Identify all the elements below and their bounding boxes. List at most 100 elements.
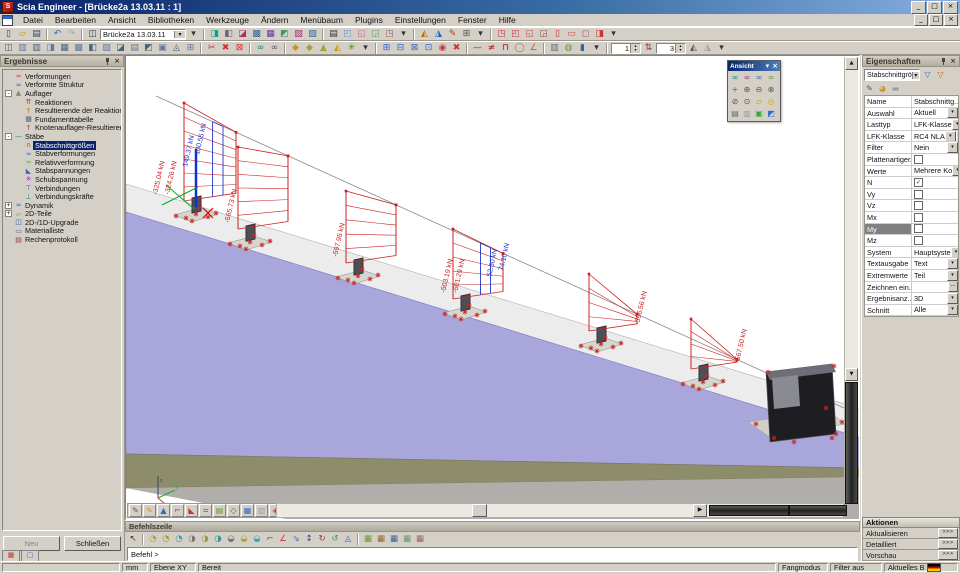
- cut-icon[interactable]: ✂: [205, 42, 218, 54]
- print-preview-icon[interactable]: ◰: [341, 28, 354, 40]
- axes-icon[interactable]: +: [729, 84, 741, 96]
- render-icon[interactable]: ▣: [753, 108, 765, 120]
- command-icon-15[interactable]: ↕: [303, 534, 315, 546]
- status-units[interactable]: mm: [122, 563, 148, 572]
- toolbar1-icon-25[interactable]: ◳: [383, 28, 396, 40]
- toolbar1-icon-40[interactable]: ◻: [579, 28, 592, 40]
- toolbar2-icon-7[interactable]: ◧: [86, 42, 99, 54]
- property-value[interactable]: Text▾: [912, 258, 958, 269]
- vscroll-up-arrow[interactable]: ▲: [845, 57, 858, 70]
- toolbar1-icon-41[interactable]: ◨: [593, 28, 606, 40]
- toolbar1-icon-16[interactable]: ▦: [264, 28, 277, 40]
- mini-icon-2[interactable]: ✎: [143, 504, 156, 517]
- edit-properties-icon[interactable]: ✎: [864, 83, 875, 94]
- toolbar2-icon-13[interactable]: ◬: [170, 42, 183, 54]
- dropdown-icon[interactable]: ▾: [947, 258, 958, 269]
- command-icon-3[interactable]: ◔: [147, 534, 159, 546]
- command-icon-20[interactable]: ▦: [362, 534, 374, 546]
- project-combo[interactable]: Brücke2a 13.03.11▾: [100, 29, 186, 40]
- toolbar1-icon-29[interactable]: ◮: [432, 28, 445, 40]
- results-tab[interactable]: ▦: [2, 550, 20, 561]
- project-history-dropdown-icon[interactable]: ▾: [187, 28, 200, 40]
- command-icon-14[interactable]: ⇘: [290, 534, 302, 546]
- action-aktualisieren[interactable]: Aktualisieren>>>: [862, 528, 960, 539]
- copy-view-icon[interactable]: ▥: [741, 108, 753, 120]
- toolbar2-icon-18[interactable]: ⊠: [233, 42, 246, 54]
- tree-item-verbindungen[interactable]: ⊤Verbindungen: [3, 184, 121, 193]
- view-mode-2-icon[interactable]: ∞: [741, 72, 753, 84]
- properties-type-combo[interactable]: Stabschnittgrö ▾: [864, 69, 920, 81]
- vscroll-down-arrow[interactable]: ▼: [845, 368, 858, 381]
- new-button[interactable]: Neu: [3, 536, 60, 551]
- toolbar2-icon-17[interactable]: ✖: [219, 42, 232, 54]
- mini-icon-8[interactable]: ◇: [227, 504, 240, 517]
- toolbar2-icon-41[interactable]: ∠: [527, 42, 540, 54]
- tree-expander-icon[interactable]: +: [5, 202, 12, 209]
- close-button[interactable]: ×: [943, 1, 958, 14]
- toolbar1-icon-32[interactable]: ▾: [474, 28, 487, 40]
- toolbar1-icon-14[interactable]: ◪: [236, 28, 249, 40]
- property-value[interactable]: Aktuell▾: [912, 108, 958, 119]
- command-icon-12[interactable]: ⌐: [264, 534, 276, 546]
- property-value[interactable]: Teil▾: [912, 270, 958, 281]
- properties-close-icon[interactable]: ×: [950, 57, 956, 65]
- command-icon-16[interactable]: ↻: [316, 534, 328, 546]
- toolbar1-icon-38[interactable]: ▯: [551, 28, 564, 40]
- view-mode-1-icon[interactable]: ∞: [729, 72, 741, 84]
- property-value[interactable]: ✓: [912, 177, 958, 188]
- toolbar1-icon-35[interactable]: ◰: [509, 28, 522, 40]
- property-value[interactable]: Alle▾: [912, 305, 958, 316]
- toolbar2-icon-44[interactable]: ◍: [562, 42, 575, 54]
- action-vorschau[interactable]: Vorschau>>>: [862, 550, 960, 561]
- tree-item-rechenprotokoll[interactable]: ▤Rechenprotokoll: [3, 235, 121, 244]
- toolbar1-icon-13[interactable]: ◧: [222, 28, 235, 40]
- spinner-arrows[interactable]: ▴▾: [630, 44, 640, 53]
- toolbar1-icon-15[interactable]: ▩: [250, 28, 263, 40]
- tree-item-resultierende-der-reaktionen[interactable]: ↑Resultierende der Reaktionen: [3, 106, 121, 115]
- menu-bearbeiten[interactable]: Bearbeiten: [49, 14, 102, 26]
- checkbox-checked[interactable]: ✓: [914, 178, 923, 187]
- tree-item-stabverformungen[interactable]: ≈Stabverformungen: [3, 149, 121, 158]
- toolbar1-icon-19[interactable]: ▨: [306, 28, 319, 40]
- property-value[interactable]: [912, 212, 958, 223]
- property-value[interactable]: Hauptsyste▾: [912, 247, 958, 258]
- action-expand-button[interactable]: >>>: [938, 550, 958, 560]
- spinner-down-icon[interactable]: ▾: [676, 48, 685, 53]
- property-value[interactable]: 3D▾: [912, 293, 958, 304]
- toolbar2-icon-5[interactable]: ▦: [58, 42, 71, 54]
- property-value[interactable]: [912, 200, 958, 211]
- open-project-icon[interactable]: ▱: [16, 28, 29, 40]
- vertical-scrollbar[interactable]: ▲ ▼: [844, 57, 858, 504]
- status-filter[interactable]: Filter aus: [830, 563, 882, 572]
- close-tree-button[interactable]: Schließen: [64, 536, 121, 551]
- dropdown-icon[interactable]: ▾: [947, 108, 958, 119]
- command-icon-24[interactable]: ▦: [414, 534, 426, 546]
- tree-item-fundamenttabelle[interactable]: ▦Fundamenttabelle: [3, 115, 121, 124]
- property-value[interactable]: [912, 154, 958, 165]
- save-icon[interactable]: ▤: [30, 28, 43, 40]
- line-result-icon[interactable]: —: [471, 42, 484, 54]
- undo-icon[interactable]: ↶: [51, 28, 64, 40]
- property-value[interactable]: ...: [912, 282, 958, 293]
- property-value[interactable]: RC4 NLA▾...: [912, 131, 958, 142]
- command-icon-11[interactable]: ◒: [251, 534, 263, 546]
- menu-datei[interactable]: Datei: [17, 14, 49, 26]
- dropdown-icon[interactable]: ▾: [947, 142, 958, 153]
- zoom-fit-icon[interactable]: ⊘: [729, 96, 741, 108]
- tree-item-verformte-struktur[interactable]: ≈Verformte Struktur: [3, 81, 121, 90]
- toolbar2-icon-21[interactable]: ∞: [268, 42, 281, 54]
- command-icon-6[interactable]: ◑: [186, 534, 198, 546]
- spinner-arrows[interactable]: ▴▾: [675, 44, 685, 53]
- tree-item-verformungen[interactable]: ≈Verformungen: [3, 72, 121, 81]
- view-mode-4-icon[interactable]: ∞: [765, 72, 777, 84]
- properties-combo-dropdown-icon[interactable]: ▾: [912, 72, 919, 79]
- checkbox-unchecked[interactable]: [914, 236, 923, 245]
- redo-icon[interactable]: ↷: [65, 28, 78, 40]
- checkbox-unchecked[interactable]: [914, 190, 923, 199]
- property-value[interactable]: Stabschnittg...: [912, 96, 958, 107]
- new-project-icon[interactable]: ▯: [2, 28, 15, 40]
- menu-hilfe[interactable]: Hilfe: [493, 14, 522, 26]
- command-icon-18[interactable]: ◬: [342, 534, 354, 546]
- tree-item-relativverformung[interactable]: ≈Relativverformung: [3, 158, 121, 167]
- spinner-down-icon[interactable]: ▾: [631, 48, 640, 53]
